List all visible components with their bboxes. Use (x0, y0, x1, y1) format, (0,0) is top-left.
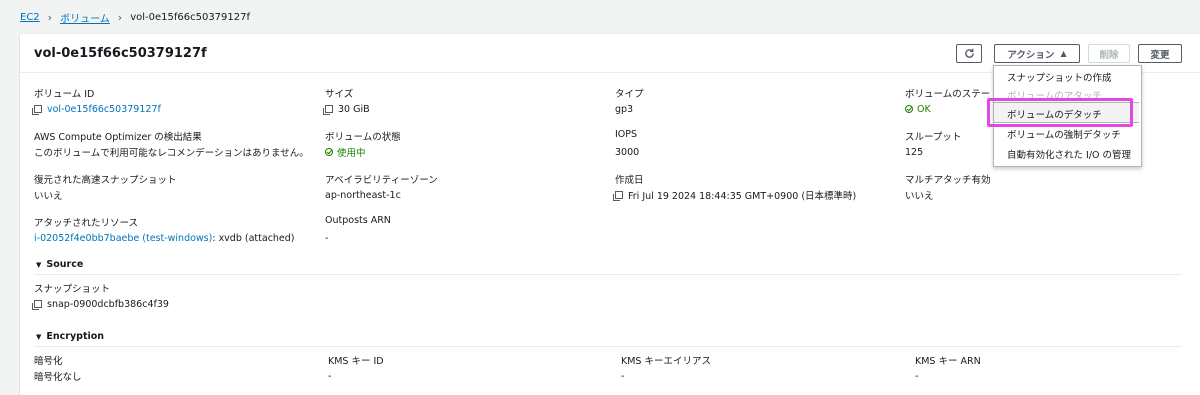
volume-id-link[interactable]: vol-0e15f66c50379127f (47, 104, 161, 115)
az-field: アベイラビリティーゾーン ap-northeast-1c (325, 172, 438, 201)
breadcrumb: EC2 › ボリューム › vol-0e15f66c50379127f (20, 10, 251, 25)
copy-icon[interactable] (613, 191, 623, 201)
encryption-label: 暗号化 (34, 356, 63, 367)
iops-value: 3000 (615, 146, 640, 158)
optimizer-value: このボリュームで利用可能なレコメンデーションはありません。 (34, 148, 309, 159)
volume-detail-panel: vol-0e15f66c50379127f アクション ▲ 削除 変更 ボリュー… (20, 33, 1200, 395)
page-title: vol-0e15f66c50379127f (34, 46, 207, 61)
outposts-label: Outposts ARN (325, 215, 391, 226)
throughput-field: スループット 125 (905, 129, 961, 158)
az-label: アベイラビリティーゾーン (325, 175, 438, 186)
outposts-field: Outposts ARN - (325, 215, 391, 244)
throughput-label: スループット (905, 132, 962, 143)
iops-label: IOPS (615, 129, 638, 140)
detach-highlight-box (987, 98, 1133, 127)
volume-state-field: ボリュームのステータス OK (905, 86, 990, 115)
encryption-title: Encryption (46, 331, 105, 342)
kms-id-label: KMS キー ID (328, 356, 384, 367)
attached-instance-link[interactable]: i-02052f4e0bb7baebe (test-windows) (34, 233, 212, 244)
volume-id-field: ボリューム ID vol-0e15f66c50379127f (32, 86, 161, 115)
optimizer-label: AWS Compute Optimizer の検出結果 (34, 132, 202, 143)
snapshot-label: スナップショット (34, 284, 111, 295)
encryption-value: 暗号化なし (34, 372, 82, 383)
status-value: 使用中 (337, 148, 366, 159)
size-label: サイズ (325, 89, 354, 100)
attached-resources-field: アタッチされたリソース i-02052f4e0bb7baebe (test-wi… (34, 215, 295, 244)
chevron-right-icon: › (47, 10, 53, 24)
created-label: 作成日 (615, 175, 644, 186)
breadcrumb-ec2-link[interactable]: EC2 (20, 12, 40, 23)
menu-item-create-snapshot[interactable]: スナップショットの作成 (1007, 70, 1112, 84)
success-icon (905, 105, 913, 113)
success-icon (325, 148, 333, 156)
kms-alias-field: KMS キーエイリアス - (621, 353, 711, 382)
size-field: サイズ 30 GiB (323, 86, 370, 115)
attached-rest: : xvdb (attached) (212, 232, 295, 244)
breadcrumb-volumes-link[interactable]: ボリューム (60, 10, 110, 25)
status-field: ボリュームの状態 使用中 (325, 129, 401, 159)
iops-field: IOPS 3000 (615, 129, 639, 158)
multi-attach-field: マルチアタッチ有効 いいえ (905, 172, 991, 202)
chevron-right-icon: › (117, 10, 123, 24)
kms-arn-value: - (915, 370, 919, 382)
type-value: gp3 (615, 103, 634, 115)
fast-snapshot-value: いいえ (34, 191, 63, 202)
source-title: Source (46, 259, 84, 270)
volume-state-value: OK (917, 103, 931, 115)
kms-arn-label: KMS キー ARN (915, 356, 981, 367)
refresh-icon (964, 48, 974, 58)
volume-id-label: ボリューム ID (34, 89, 95, 100)
copy-icon[interactable] (323, 105, 333, 115)
triangle-down-icon: ▼ (36, 332, 42, 341)
delete-button[interactable]: 削除 (1088, 44, 1130, 63)
actions-label: アクション (1007, 49, 1055, 61)
menu-item-manage-io[interactable]: 自動有効化された I/O の管理 (1007, 147, 1131, 161)
snapshot-value: snap-0900dcbfb386c4f39 (47, 298, 169, 310)
az-value: ap-northeast-1c (325, 189, 401, 201)
caret-up-icon: ▲ (1060, 49, 1067, 58)
created-field: 作成日 Fri Jul 19 2024 18:44:35 GMT+0900 (日… (613, 172, 857, 202)
encryption-field: 暗号化 暗号化なし (34, 353, 82, 383)
type-field: タイプ gp3 (615, 86, 644, 115)
kms-arn-field: KMS キー ARN - (915, 353, 981, 382)
triangle-down-icon: ▼ (36, 260, 42, 269)
encryption-section-toggle[interactable]: ▼ Encryption (36, 331, 104, 342)
modify-button[interactable]: 変更 (1138, 44, 1182, 63)
menu-item-force-detach[interactable]: ボリュームの強制デタッチ (1007, 127, 1121, 141)
source-section-toggle[interactable]: ▼ Source (36, 259, 83, 270)
fast-snapshot-field: 復元された高速スナップショット いいえ (34, 172, 177, 202)
created-value: Fri Jul 19 2024 18:44:35 GMT+0900 (日本標準時… (628, 191, 857, 202)
kms-alias-label: KMS キーエイリアス (621, 356, 711, 367)
fast-snapshot-label: 復元された高速スナップショット (34, 175, 177, 186)
copy-icon[interactable] (32, 105, 42, 115)
size-value: 30 GiB (338, 103, 370, 115)
snapshot-field: スナップショット snap-0900dcbfb386c4f39 (32, 281, 169, 310)
throughput-value: 125 (905, 146, 924, 158)
kms-id-value: - (328, 370, 332, 382)
source-divider (34, 274, 1182, 275)
multi-attach-value: いいえ (905, 191, 934, 202)
encryption-divider (34, 346, 1182, 347)
optimizer-field: AWS Compute Optimizer の検出結果 このボリュームで利用可能… (34, 129, 309, 159)
kms-id-field: KMS キー ID - (328, 353, 384, 382)
copy-icon[interactable] (32, 300, 42, 310)
kms-alias-value: - (621, 370, 625, 382)
refresh-button[interactable] (956, 44, 982, 63)
volume-state-label: ボリュームのステータス (905, 89, 990, 100)
actions-button[interactable]: アクション ▲ (994, 44, 1080, 63)
breadcrumb-current: vol-0e15f66c50379127f (130, 11, 251, 23)
outposts-value: - (325, 232, 329, 244)
multi-attach-label: マルチアタッチ有効 (905, 175, 991, 186)
attached-label: アタッチされたリソース (34, 218, 139, 229)
type-label: タイプ (615, 89, 644, 100)
status-label: ボリュームの状態 (325, 132, 401, 143)
